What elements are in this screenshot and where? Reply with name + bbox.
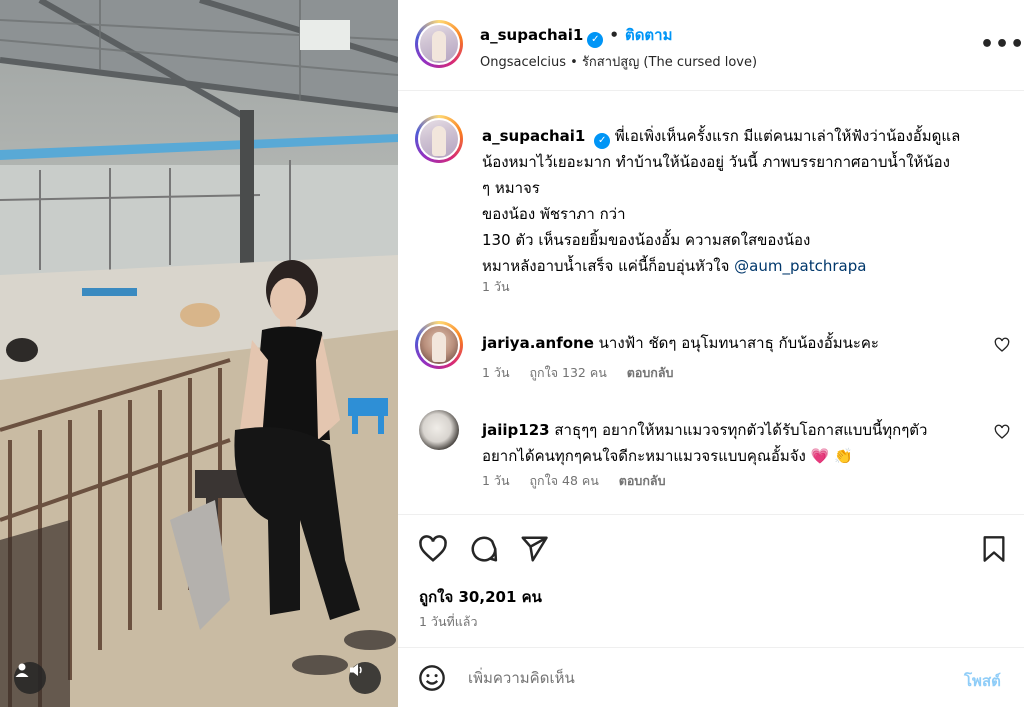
post-media[interactable] xyxy=(0,0,398,707)
caption-username[interactable]: a_supachai1 xyxy=(482,127,585,145)
post-subtitle: Ongsacelcius • รักสาปสูญ (The cursed lov… xyxy=(480,51,757,72)
caption-line: 130 ตัว เห็นรอยยิ้มของน้องอั้ม ความสดใสข… xyxy=(482,231,811,249)
emoji-icon[interactable] xyxy=(418,664,446,692)
separator-dot: • xyxy=(609,26,619,44)
commenter-username[interactable]: jaiip123 xyxy=(482,421,550,439)
mention-link[interactable]: @aum_patchrapa xyxy=(734,257,866,275)
comment-meta: 1 วัน ถูกใจ 132 คน ตอบกลับ xyxy=(482,363,689,383)
avatar-image xyxy=(418,324,460,366)
caption-line: พี่เอเพิ่งเห็นครั้งแรก มีแต่คนมาเล่าให้ฟ… xyxy=(614,127,961,145)
comment-likes[interactable]: ถูกใจ 48 คน xyxy=(529,473,598,488)
post-panel: a_supachai1 ✓ • ติดตาม Ongsacelcius • รักสา… xyxy=(398,0,1024,707)
comment-text: jariya.anfone นางฟ้า ชัดๆ อนุโมทนาสาธุ ก… xyxy=(482,330,980,356)
reply-button[interactable]: ตอบกลับ xyxy=(627,365,674,380)
reply-button[interactable]: ตอบกลับ xyxy=(619,473,666,488)
follow-button[interactable]: ติดตาม xyxy=(625,26,673,44)
avatar-image xyxy=(418,118,460,160)
caption-line: น้องหมาไว้เยอะมาก ทำบ้านให้น้องอยู่ วันน… xyxy=(482,153,950,171)
caption-time[interactable]: 1 วัน xyxy=(482,277,510,297)
commenter-avatar[interactable] xyxy=(415,321,463,369)
comment-text: jaiip123 สาธุๆๆ อยากให้หมาแมวจรทุกตัวได้… xyxy=(482,417,980,469)
verified-badge-icon: ✓ xyxy=(594,133,611,149)
comment-likes[interactable]: ถูกใจ 132 คน xyxy=(529,365,606,380)
verified-badge-icon: ✓ xyxy=(587,32,604,48)
commenter-username[interactable]: jariya.anfone xyxy=(482,334,594,352)
post-date[interactable]: 1 วันที่แล้ว xyxy=(419,612,477,632)
location-link[interactable]: Ongsacelcius xyxy=(480,55,566,70)
comment-composer: โพสต์ xyxy=(398,647,1024,707)
comment-heart-icon[interactable] xyxy=(994,424,1010,440)
caption-line: หมาหลังอาบน้ำเสร็จ แค่นี้ก็อบอุ่นหัวใจ xyxy=(482,257,730,275)
heart-icon[interactable] xyxy=(418,534,448,564)
comment-heart-icon[interactable] xyxy=(994,337,1010,353)
audio-link[interactable]: รักสาปสูญ (The cursed love) xyxy=(582,55,757,70)
commenter-avatar[interactable] xyxy=(419,410,459,450)
user-tag-button[interactable] xyxy=(14,662,46,694)
comment-body: อยากได้คนทุกๆคนใจดีกะหมาแมวจรแบบคุณอั้มจ… xyxy=(482,447,853,465)
post-comment-button[interactable]: โพสต์ xyxy=(964,669,1001,693)
bookmark-icon[interactable] xyxy=(980,534,1008,564)
caption-line: ๆ หมาจร xyxy=(482,179,540,197)
avatar-image xyxy=(418,23,460,65)
comment-time[interactable]: 1 วัน xyxy=(482,365,510,380)
likes-count[interactable]: ถูกใจ 30,201 คน xyxy=(419,585,542,609)
caption-line: ของน้อง พัชราภา กว่า xyxy=(482,205,626,223)
separator-dot: • xyxy=(570,55,578,70)
comment-body: นางฟ้า ชัดๆ อนุโมทนาสาธุ กับน้องอั้มนะคะ xyxy=(598,334,879,352)
comment-time[interactable]: 1 วัน xyxy=(482,473,510,488)
caption-text: a_supachai1 ✓ พี่เอเพิ่งเห็นครั้งแรก มีแ… xyxy=(482,123,1002,279)
share-icon[interactable] xyxy=(519,534,549,564)
comment-input[interactable] xyxy=(468,663,938,693)
post-header: a_supachai1 ✓ • ติดตาม Ongsacelcius • รักสา… xyxy=(398,0,1024,91)
caption-avatar[interactable] xyxy=(415,115,463,163)
author-username[interactable]: a_supachai1 xyxy=(480,26,583,44)
post-actions: ถูกใจ 30,201 คน 1 วันที่แล้ว xyxy=(398,514,1024,647)
author-avatar[interactable] xyxy=(415,20,463,68)
user-tag-icon xyxy=(15,663,29,677)
comment-body: สาธุๆๆ อยากให้หมาแมวจรทุกตัวได้รับโอกาสแ… xyxy=(554,421,928,439)
speaker-icon xyxy=(350,664,362,676)
more-options-icon[interactable]: ••• xyxy=(980,32,1024,57)
video-frame xyxy=(0,0,398,707)
author-line: a_supachai1 ✓ • ติดตาม xyxy=(480,23,673,48)
comment-meta: 1 วัน ถูกใจ 48 คน ตอบกลับ xyxy=(482,471,682,491)
audio-toggle-button[interactable] xyxy=(349,662,381,694)
comment-icon[interactable] xyxy=(469,534,499,564)
